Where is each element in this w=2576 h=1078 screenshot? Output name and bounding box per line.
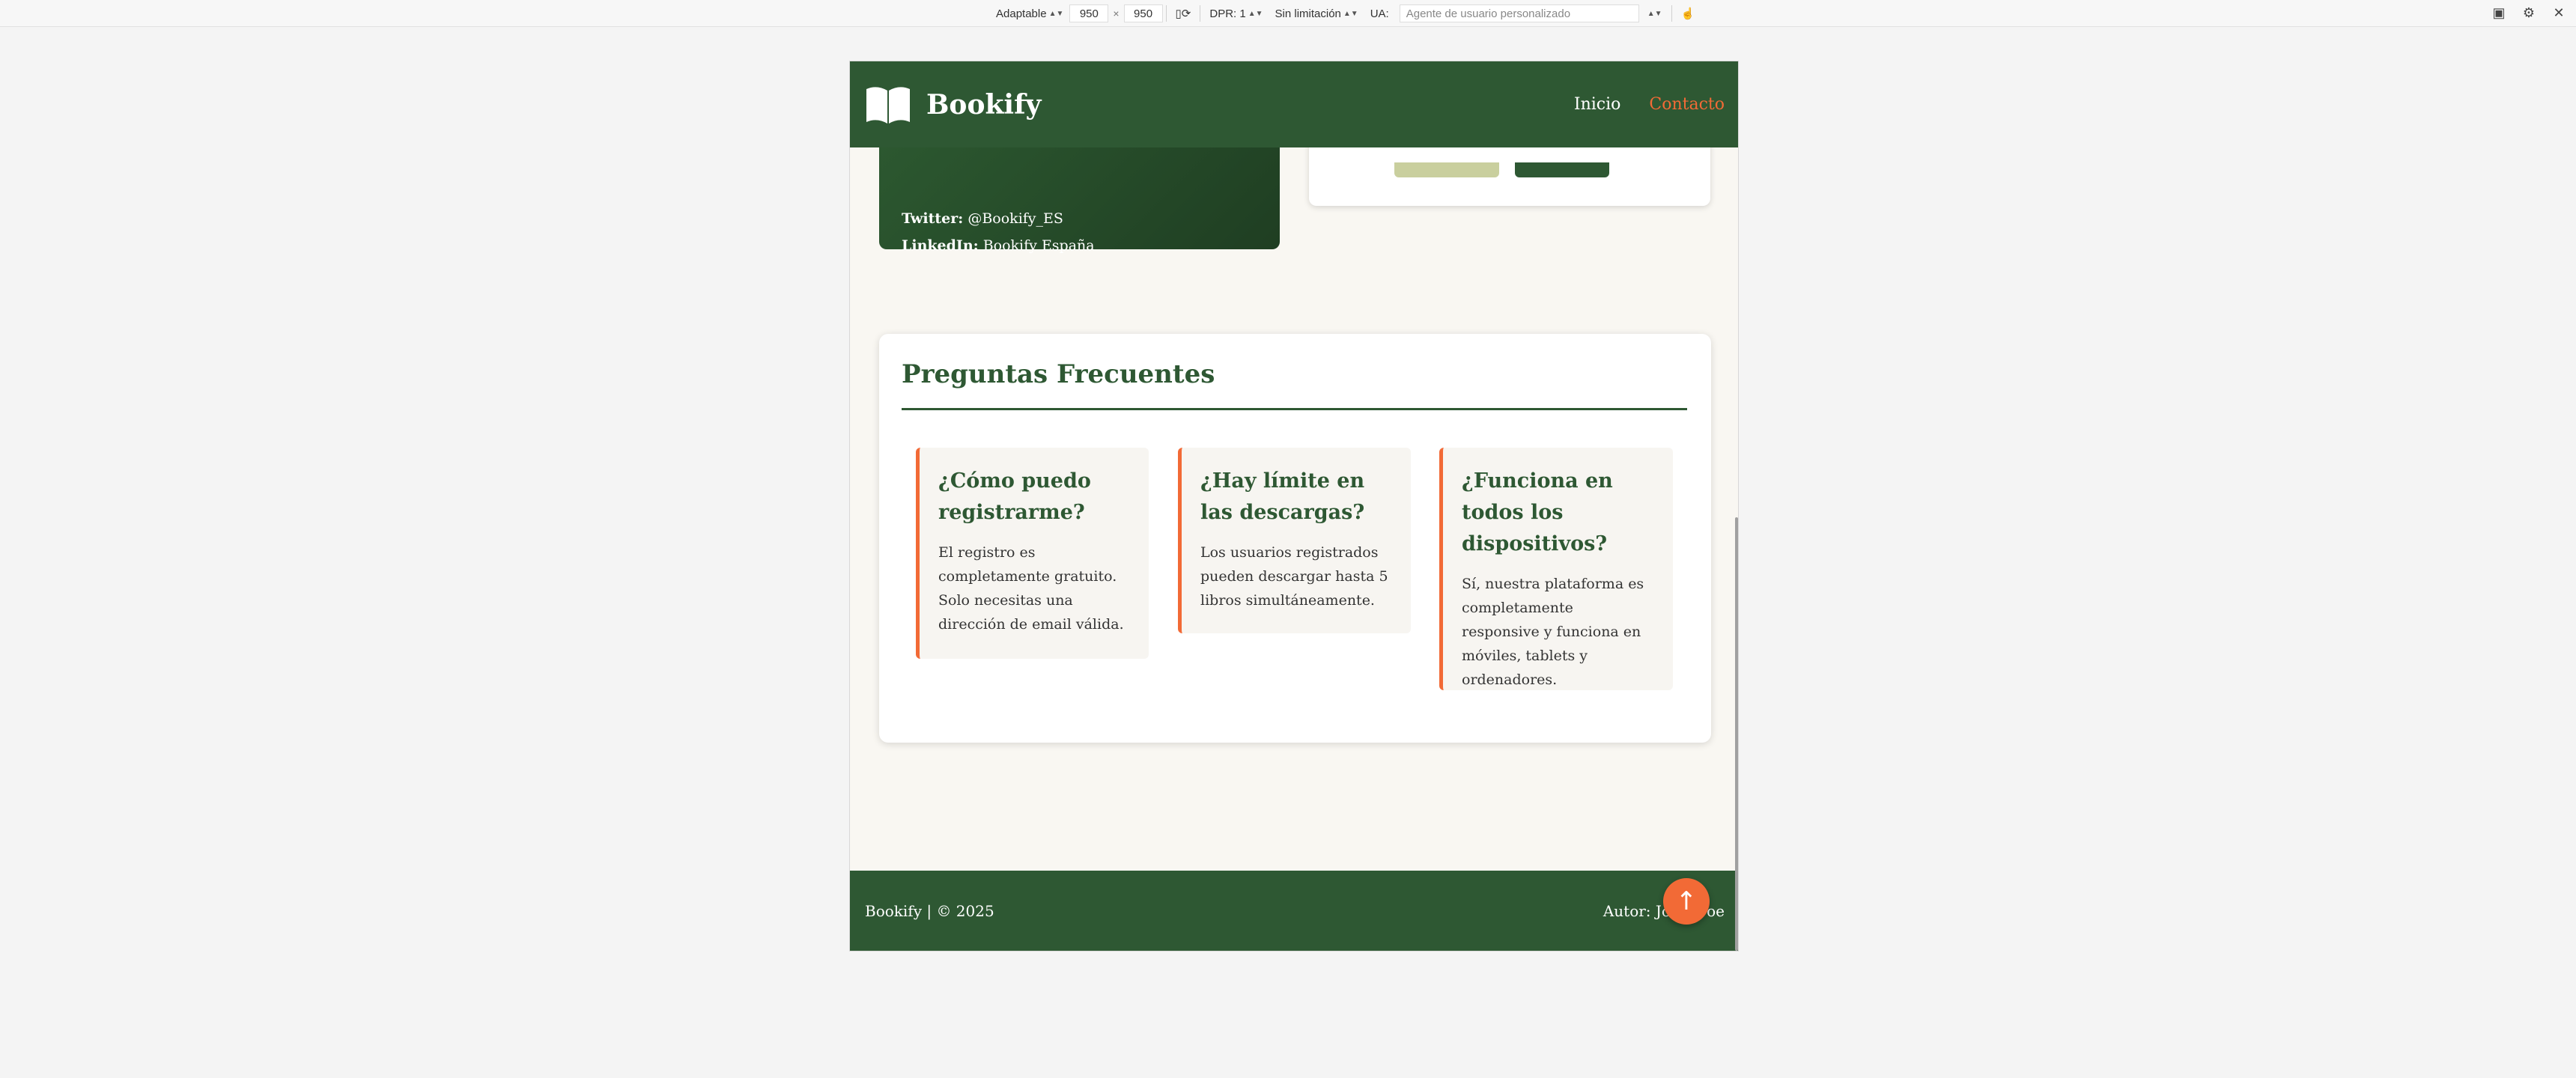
touch-simulation-button[interactable]: ☝ bbox=[1675, 4, 1701, 23]
updown-icon: ▲▼ bbox=[1248, 9, 1263, 18]
nav-link-inicio[interactable]: Inicio bbox=[1574, 95, 1621, 114]
nav-menu: Inicio Contacto bbox=[1574, 95, 1725, 114]
book-icon bbox=[866, 86, 910, 124]
device-select-label: Adaptable bbox=[996, 7, 1047, 20]
footer: Bookify | © 2025 Autor: John Doe bbox=[850, 871, 1738, 951]
brand-name: Bookify bbox=[926, 88, 1042, 121]
close-icon[interactable]: ✕ bbox=[2551, 4, 2567, 21]
nav-link-contacto[interactable]: Contacto bbox=[1649, 95, 1725, 114]
faq-item: ¿Cómo puedo registrarme? El registro es … bbox=[916, 448, 1149, 659]
linkedin-value[interactable]: Bookify España bbox=[983, 237, 1095, 254]
navbar: Bookify Inicio Contacto bbox=[850, 61, 1738, 147]
faq-title: Preguntas Frecuentes bbox=[902, 359, 1215, 389]
scroll-to-top-button[interactable]: ↑ bbox=[1663, 878, 1710, 925]
device-select[interactable]: Adaptable ▲▼ bbox=[990, 4, 1069, 23]
rotate-button[interactable]: ▯⟳ bbox=[1170, 4, 1197, 23]
dpr-select[interactable]: DPR: 1 ▲▼ bbox=[1203, 4, 1269, 23]
touch-icon: ☝ bbox=[1680, 7, 1695, 20]
twitter-label: Twitter: bbox=[902, 210, 964, 227]
ua-label: UA: bbox=[1370, 7, 1389, 20]
faq-question: ¿Hay límite en las descargas? bbox=[1200, 469, 1365, 524]
faq-answer: Sí, nuestra plataforma es completamente … bbox=[1462, 576, 1644, 688]
arrow-up-icon: ↑ bbox=[1675, 886, 1698, 916]
twitter-line: Twitter: @Bookify_ES bbox=[902, 210, 1063, 227]
width-input[interactable]: 950 bbox=[1069, 4, 1109, 22]
twitter-value[interactable]: @Bookify_ES bbox=[967, 210, 1063, 227]
faq-item: ¿Hay límite en las descargas? Los usuari… bbox=[1178, 448, 1411, 633]
settings-icon[interactable]: ⚙ bbox=[2521, 4, 2537, 21]
divider bbox=[1671, 5, 1672, 22]
toolbar-right: ▣ ⚙ ✕ bbox=[2491, 4, 2567, 21]
toolbar-controls: Adaptable ▲▼ 950 × 950 ▯⟳ DPR: 1 ▲▼ Sin li… bbox=[990, 4, 1701, 23]
faq-item: ¿Funciona en todos los dispositivos? Sí,… bbox=[1439, 448, 1673, 690]
logo[interactable]: Bookify bbox=[865, 85, 1041, 125]
faq-question: ¿Funciona en todos los dispositivos? bbox=[1462, 469, 1613, 555]
reset-button[interactable] bbox=[1394, 162, 1499, 177]
divider bbox=[1165, 5, 1167, 22]
throttle-label: Sin limitación bbox=[1275, 7, 1341, 20]
faq-answer: Los usuarios registrados pueden descarga… bbox=[1200, 544, 1388, 609]
faq-divider bbox=[902, 408, 1687, 410]
scrollbar[interactable] bbox=[1735, 517, 1738, 951]
throttle-select[interactable]: Sin limitación ▲▼ bbox=[1269, 4, 1364, 23]
footer-copyright: Bookify | © 2025 bbox=[865, 901, 994, 920]
rotate-icon: ▯⟳ bbox=[1175, 7, 1191, 20]
updown-icon: ▲▼ bbox=[1647, 9, 1662, 18]
faq-question: ¿Cómo puedo registrarme? bbox=[938, 469, 1091, 524]
updown-icon: ▲▼ bbox=[1048, 9, 1064, 18]
dpr-label: DPR: 1 bbox=[1209, 7, 1246, 20]
dimension-separator: × bbox=[1113, 7, 1120, 19]
screenshot-icon[interactable]: ▣ bbox=[2491, 4, 2507, 21]
height-input[interactable]: 950 bbox=[1123, 4, 1163, 22]
user-agent-placeholder: Agente de usuario personalizado bbox=[1406, 7, 1571, 20]
responsive-toolbar: Adaptable ▲▼ 950 × 950 ▯⟳ DPR: 1 ▲▼ Sin li… bbox=[0, 0, 2576, 27]
faq-answer: El registro es completamente gratuito. S… bbox=[938, 544, 1124, 633]
ua-dropdown[interactable]: ▲▼ bbox=[1639, 4, 1668, 23]
emulated-viewport: Twitter: @Bookify_ES LinkedIn: Bookify E… bbox=[849, 61, 1739, 951]
linkedin-line: LinkedIn: Bookify España bbox=[902, 237, 1095, 254]
updown-icon: ▲▼ bbox=[1343, 9, 1358, 18]
faq-section: Preguntas Frecuentes ¿Cómo puedo registr… bbox=[879, 334, 1711, 743]
linkedin-label: LinkedIn: bbox=[902, 237, 979, 254]
submit-button[interactable] bbox=[1515, 162, 1609, 177]
user-agent-input[interactable]: Agente de usuario personalizado bbox=[1399, 4, 1639, 22]
